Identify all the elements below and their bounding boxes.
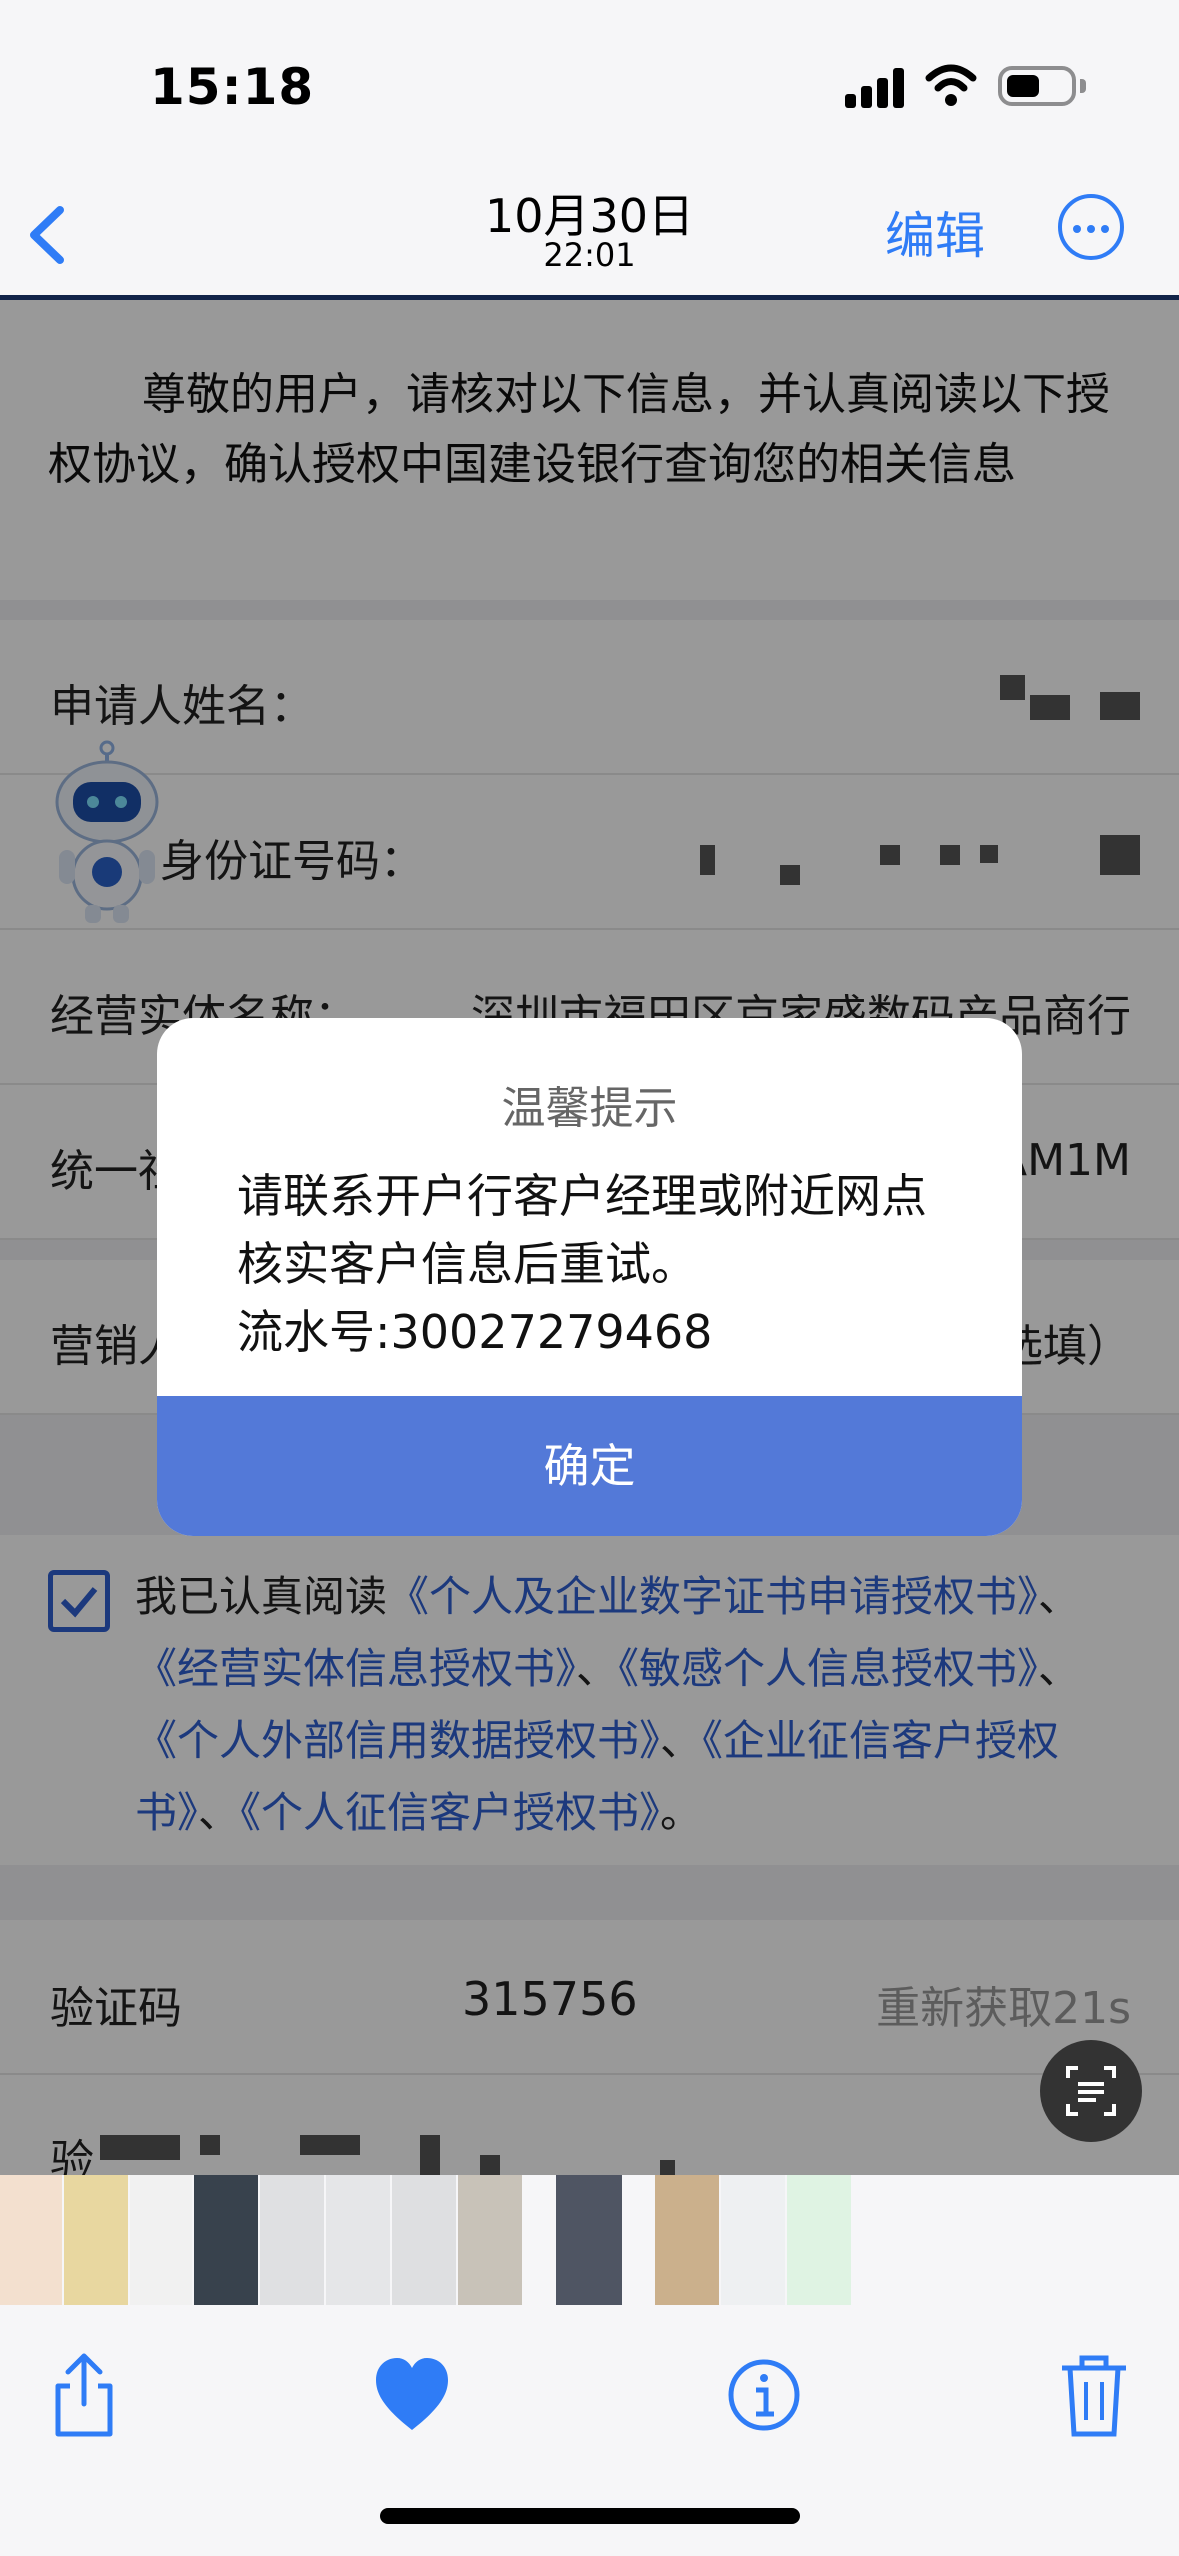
filmstrip-thumbnail[interactable] xyxy=(787,2175,851,2305)
filmstrip-thumbnail[interactable] xyxy=(0,2175,62,2305)
battery-icon xyxy=(998,66,1076,106)
filmstrip-thumbnail[interactable] xyxy=(326,2175,390,2305)
trash-icon[interactable] xyxy=(1054,2350,1134,2440)
status-bar: 15:18 xyxy=(0,0,1179,160)
filmstrip-thumbnail[interactable] xyxy=(260,2175,324,2305)
signal-icon xyxy=(845,68,907,108)
filmstrip-thumbnail[interactable] xyxy=(130,2175,192,2305)
scan-text-icon[interactable] xyxy=(1040,2040,1142,2142)
heart-icon[interactable] xyxy=(372,2350,452,2440)
filmstrip-thumbnail[interactable] xyxy=(194,2175,258,2305)
filmstrip-thumbnail[interactable] xyxy=(392,2175,456,2305)
edit-button[interactable]: 编辑 xyxy=(885,196,985,268)
alert-dialog: 温馨提示 请联系开户行客户经理或附近网点 核实客户信息后重试。 流水号:3002… xyxy=(157,1018,1022,1536)
photo-filmstrip xyxy=(0,2175,1179,2305)
more-icon[interactable] xyxy=(1058,194,1124,260)
filmstrip-thumbnail[interactable] xyxy=(64,2175,128,2305)
filmstrip-thumbnail[interactable] xyxy=(655,2175,719,2305)
filmstrip-thumbnail[interactable] xyxy=(721,2175,785,2305)
info-icon[interactable] xyxy=(724,2350,804,2440)
filmstrip-thumbnail-current[interactable] xyxy=(556,2175,622,2305)
home-indicator xyxy=(380,2508,800,2524)
photo-nav-bar: 10月30日 22:01 编辑 xyxy=(0,160,1179,295)
confirm-button[interactable]: 确定 xyxy=(157,1396,1022,1536)
filmstrip-thumbnail[interactable] xyxy=(458,2175,522,2305)
photo-time: 22:01 xyxy=(543,236,636,274)
dialog-message: 请联系开户行客户经理或附近网点 核实客户信息后重试。 流水号:300272794… xyxy=(237,1169,927,1359)
dialog-title: 温馨提示 xyxy=(501,1083,678,1134)
wifi-icon xyxy=(925,64,977,106)
share-icon[interactable] xyxy=(44,2350,124,2440)
status-time: 15:18 xyxy=(150,58,315,116)
